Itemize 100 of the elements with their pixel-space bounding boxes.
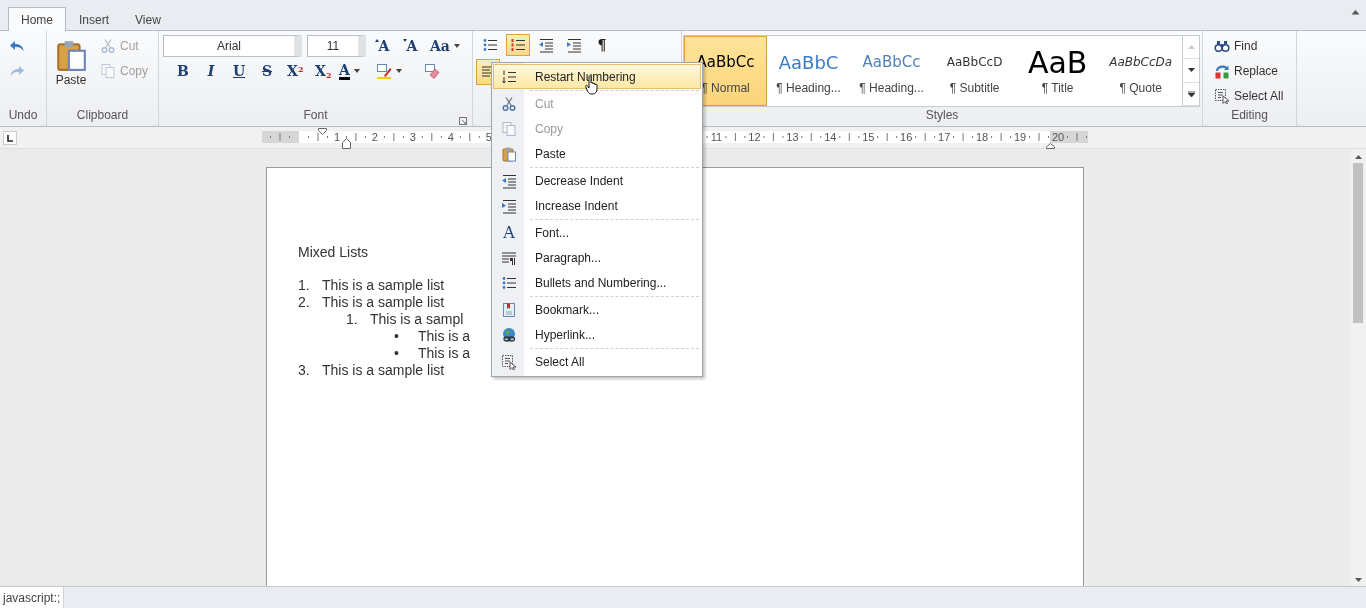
binoculars-icon <box>1214 38 1230 54</box>
menu-item[interactable]: Decrease Indent <box>493 166 701 193</box>
select-all-icon <box>501 353 517 370</box>
menu-item[interactable]: Select All <box>493 347 701 374</box>
collapse-ribbon-icon <box>1351 9 1360 15</box>
ruler-number: 19 <box>1012 131 1028 143</box>
paragraph-icon <box>501 249 517 266</box>
scroll-up-icon <box>1187 45 1195 50</box>
subscript-button[interactable]: X$_{2}$ <box>312 60 335 82</box>
replace-button[interactable]: Replace <box>1211 60 1282 82</box>
list-marker: 1. <box>346 311 359 328</box>
group-label: Styles <box>925 108 959 122</box>
font-icon: A <box>503 220 515 245</box>
paste-button[interactable]: Paste <box>51 34 91 90</box>
list-item-text: This is a sample list <box>322 362 445 379</box>
grow-font-button[interactable]: A <box>371 35 393 57</box>
ruler-number: 11 <box>709 131 724 143</box>
ruler-number: 3 <box>408 131 417 143</box>
decrease-indent-icon <box>538 37 554 53</box>
ruler-number: 4 <box>446 131 455 143</box>
scroll-down-icon <box>1354 578 1362 582</box>
ribbon-tab[interactable]: Home <box>8 7 66 31</box>
list-item-text: This is a sample list <box>322 277 445 294</box>
style-option[interactable]: AaBbCcD ¶ Subtitle <box>933 36 1017 106</box>
scrollbar-thumb[interactable] <box>1353 163 1363 323</box>
strikethrough-button[interactable]: S <box>256 60 278 82</box>
list-marker: 3. <box>298 362 311 379</box>
eraser-icon <box>424 63 440 79</box>
style-option[interactable]: AaBbC ¶ Heading... <box>767 36 851 106</box>
decrease-indent-icon <box>501 172 517 189</box>
list-marker: 2. <box>298 294 311 311</box>
list-item-text: This is a <box>418 345 471 362</box>
copy-icon <box>501 120 517 137</box>
clipboard-icon <box>54 38 88 72</box>
select-all-icon <box>1214 88 1230 104</box>
menu-item[interactable]: Restart Numbering <box>493 64 701 89</box>
ribbon-tab[interactable]: Insert <box>66 7 123 31</box>
increase-indent-icon <box>566 37 582 53</box>
menu-item[interactable]: Hyperlink... <box>493 322 701 347</box>
ruler-number: 16 <box>899 131 914 143</box>
scissors-icon <box>100 38 116 54</box>
copy-icon <box>100 63 116 79</box>
style-option[interactable]: AaBbCcDa ¶ Quote <box>1099 36 1183 106</box>
ruler-number: 20 <box>1050 131 1066 143</box>
style-option[interactable]: AaBbCc ¶ Heading... <box>850 36 934 106</box>
scissors-icon <box>501 95 517 112</box>
ruler-number: 17 <box>937 131 952 143</box>
bullet-list-icon <box>482 37 498 53</box>
font-name-field[interactable]: Arial <box>163 35 302 57</box>
replace-icon <box>1214 63 1230 79</box>
bookmark-icon <box>501 301 517 318</box>
ruler-number: 2 <box>370 131 379 143</box>
group-label: Clipboard <box>76 108 129 122</box>
numbering-button[interactable] <box>506 34 530 56</box>
ruler-number: 13 <box>785 131 800 143</box>
document-heading: Mixed Lists <box>298 244 369 261</box>
list-item-text: This is a sampl <box>370 311 464 328</box>
select-all-button[interactable]: Select All <box>1211 85 1287 107</box>
restart-numbering-icon <box>501 68 517 85</box>
show-formatting-button[interactable]: ¶ <box>590 34 614 56</box>
scroll-down-icon <box>1187 68 1195 73</box>
bold-button[interactable]: B <box>172 60 194 82</box>
list-item-text: This is a <box>418 328 471 345</box>
style-option[interactable]: AaB ¶ Title <box>1016 36 1100 106</box>
menu-item[interactable]: Bookmark... <box>493 295 701 322</box>
list-marker: • <box>394 345 400 362</box>
globe-link-icon <box>501 326 517 343</box>
shrink-font-button[interactable]: A <box>399 35 421 57</box>
group-label: Font <box>303 108 328 122</box>
ribbon-tab[interactable]: View <box>122 7 174 31</box>
more-styles-icon <box>1187 90 1195 97</box>
ruler-number: 18 <box>974 131 990 143</box>
list-marker: • <box>394 328 400 345</box>
bullet-list-icon <box>501 274 517 291</box>
ruler-number: 14 <box>823 131 838 143</box>
italic-button[interactable]: I <box>200 60 222 82</box>
menu-item[interactable]: Paste <box>493 141 701 166</box>
list-marker: 1. <box>298 277 311 294</box>
change-case-button[interactable]: Aa <box>427 35 463 57</box>
font-size-field[interactable]: 11 <box>307 35 366 57</box>
menu-item[interactable]: Bullets and Numbering... <box>493 270 701 295</box>
ruler-number: 1 <box>332 131 342 143</box>
clipboard-icon <box>501 145 517 162</box>
menu-item[interactable]: Paragraph... <box>493 245 701 270</box>
ruler-number: 5 <box>484 131 493 143</box>
ruler-number: 12 <box>747 131 762 143</box>
numbered-list-icon <box>510 37 526 53</box>
group-label: Editing <box>1231 108 1268 122</box>
find-button[interactable]: Find <box>1211 35 1261 57</box>
tab-selector-icon <box>3 131 17 145</box>
underline-button[interactable]: U <box>228 60 250 82</box>
menu-item[interactable]: A Font... <box>493 218 701 245</box>
superscript-button[interactable]: X$^{2}$ <box>284 60 307 82</box>
menu-item[interactable]: Increase Indent <box>493 193 701 218</box>
status-url: javascript:; <box>0 587 65 608</box>
ruler-number: 15 <box>861 131 876 143</box>
group-label: Undo <box>8 108 38 122</box>
increase-indent-icon <box>501 197 517 214</box>
font-color-button[interactable]: A <box>336 60 363 82</box>
dialog-launcher-icon <box>459 117 467 125</box>
